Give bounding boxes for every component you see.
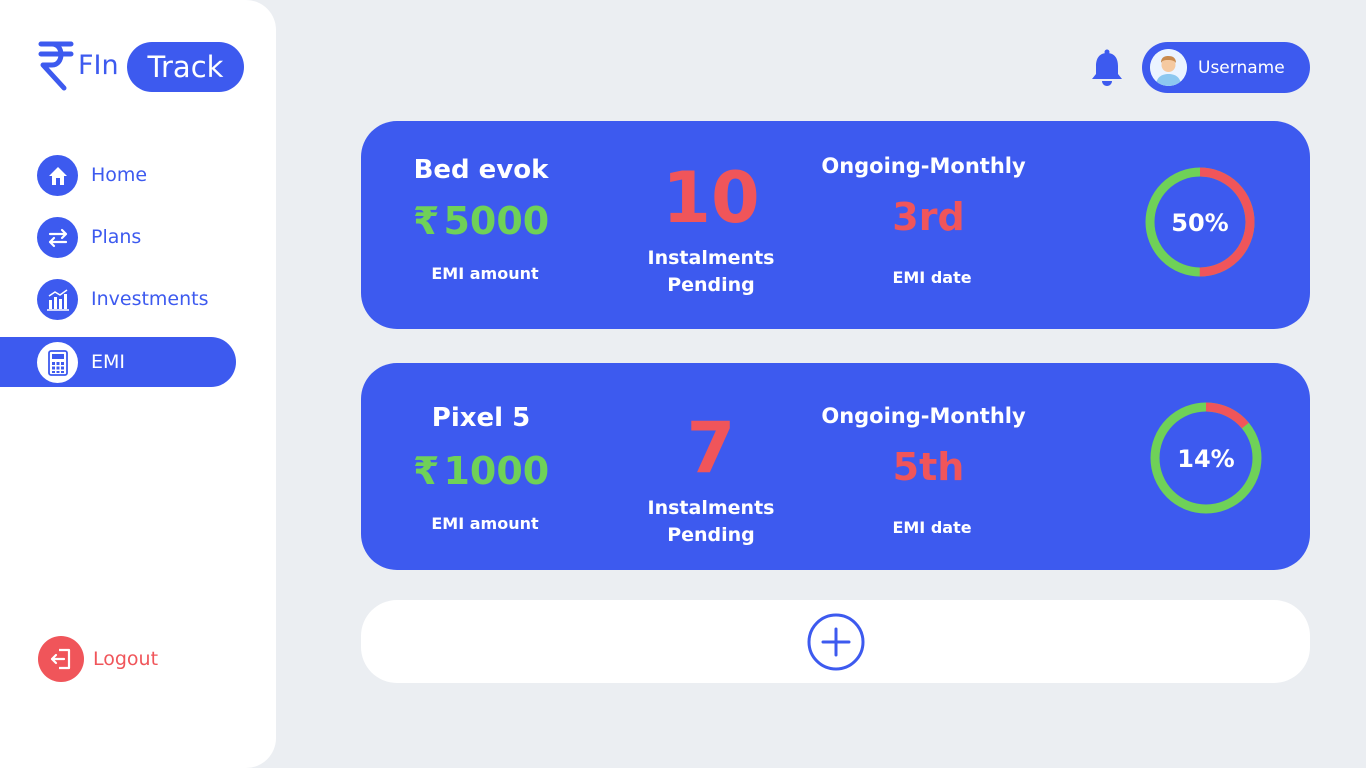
emi-card-title: Pixel 5: [431, 403, 531, 433]
sidebar-item-label: Home: [91, 164, 148, 186]
instalments-label-line1: Instalments: [647, 247, 775, 269]
emi-card-title: Bed evok: [413, 155, 549, 185]
logo-text-track: Track: [127, 42, 244, 92]
logout-button[interactable]: Logout: [38, 636, 198, 682]
emi-amount-label: EMI amount: [431, 264, 539, 283]
emi-card[interactable]: Pixel 5 ₹1000 EMI amount 7 Instalments P…: [361, 363, 1310, 570]
calculator-icon: [37, 342, 78, 383]
instalments-pending-label: Instalments Pending: [631, 245, 791, 299]
instalments-label-line2: Pending: [667, 274, 755, 296]
instalments-count: 7: [686, 407, 736, 489]
progress-donut: 50%: [1145, 167, 1255, 277]
sidebar-item-label: Investments: [91, 288, 209, 310]
progress-label: 14%: [1177, 445, 1234, 473]
user-profile-button[interactable]: Username: [1142, 42, 1310, 93]
rupee-icon: ₹: [413, 449, 440, 493]
emi-date-value: 5th: [892, 445, 965, 489]
logo-text-fin: FIn: [78, 50, 119, 81]
logout-label: Logout: [93, 648, 159, 670]
logout-icon: [38, 636, 84, 682]
rupee-logo-icon: [38, 41, 74, 91]
sidebar-item-emi[interactable]: EMI: [0, 337, 236, 387]
emi-status: Ongoing-Monthly: [821, 154, 1026, 178]
sidebar-item-investments[interactable]: Investments: [0, 274, 236, 324]
emi-amount-number: 5000: [443, 199, 550, 243]
sidebar-item-plans[interactable]: Plans: [0, 212, 236, 262]
emi-card[interactable]: Bed evok ₹5000 EMI amount 10 Instalments…: [361, 121, 1310, 329]
emi-amount-value: ₹1000: [413, 449, 553, 493]
sidebar-item-label: Plans: [91, 226, 142, 248]
avatar: [1150, 49, 1187, 86]
emi-amount-label: EMI amount: [431, 514, 539, 533]
progress-label: 50%: [1171, 209, 1228, 237]
emi-status: Ongoing-Monthly: [821, 404, 1026, 428]
sidebar-item-label: EMI: [91, 351, 126, 373]
emi-date-value: 3rd: [892, 195, 965, 239]
notification-bell-icon[interactable]: [1089, 48, 1125, 88]
instalments-label-line1: Instalments: [647, 497, 775, 519]
instalments-label-line2: Pending: [667, 524, 755, 546]
emi-date-label: EMI date: [892, 518, 972, 537]
username-label: Username: [1198, 58, 1285, 78]
sidebar-item-home[interactable]: Home: [0, 150, 236, 200]
emi-amount-value: ₹5000: [413, 199, 553, 243]
rupee-icon: ₹: [413, 199, 440, 243]
app-logo[interactable]: FIn Track: [38, 40, 248, 92]
instalments-pending-label: Instalments Pending: [631, 495, 791, 549]
add-emi-button[interactable]: [807, 613, 865, 671]
instalments-count: 10: [662, 157, 760, 239]
emi-amount-number: 1000: [443, 449, 550, 493]
home-icon: [37, 155, 78, 196]
transfer-arrows-icon: [37, 217, 78, 258]
sidebar: FIn Track Home Plans Investments EMI Log…: [0, 0, 276, 768]
emi-date-label: EMI date: [892, 268, 972, 287]
progress-donut: 14%: [1150, 402, 1262, 514]
bar-chart-icon: [37, 279, 78, 320]
add-emi-card: [361, 600, 1310, 683]
